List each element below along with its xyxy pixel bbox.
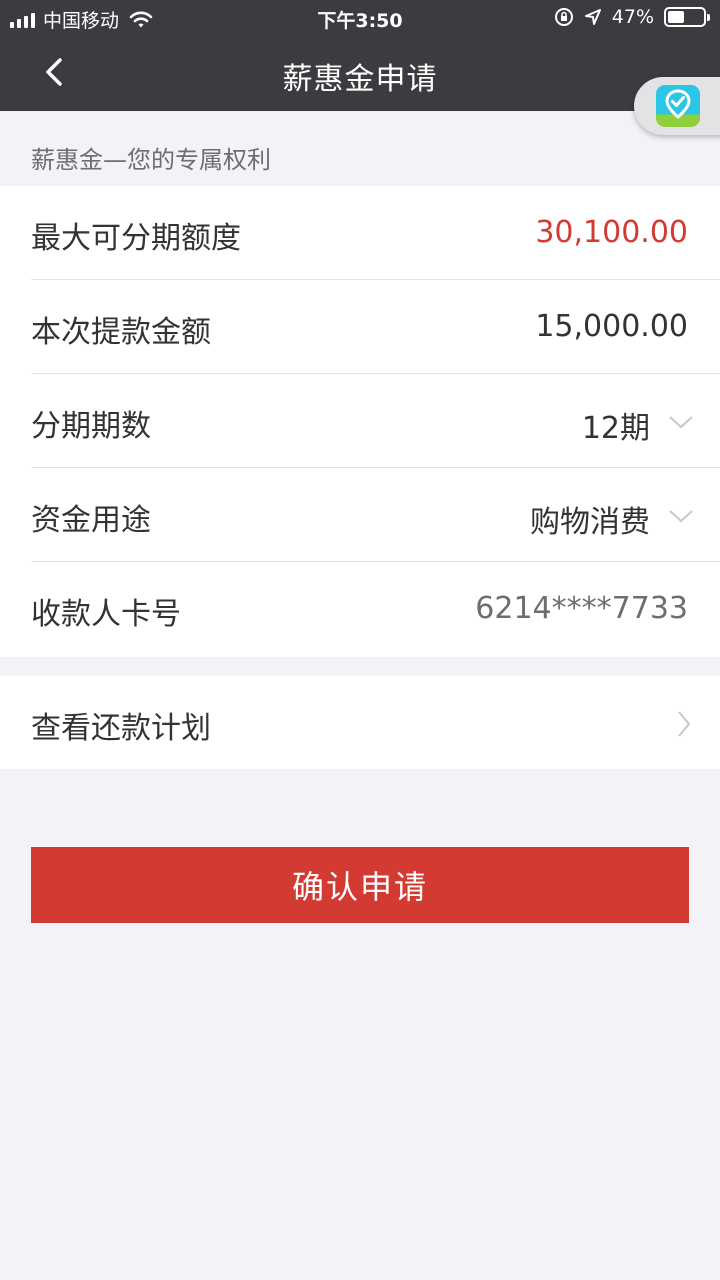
payee-card-row: 收款人卡号 6214****7733	[0, 562, 720, 656]
max-installment-label: 最大可分期额度	[31, 221, 241, 256]
battery-level	[668, 11, 684, 23]
installment-period-value: 12期	[581, 411, 650, 446]
max-installment-row: 最大可分期额度 30,100.00	[0, 186, 720, 280]
repayment-plan-link[interactable]: 查看还款计划	[0, 676, 720, 769]
installment-period-label: 分期期数	[31, 409, 151, 444]
withdraw-amount-label: 本次提款金额	[31, 315, 211, 350]
application-form: 最大可分期额度 30,100.00 本次提款金额 15,000.00 分期期数 …	[0, 186, 720, 657]
battery-percent: 47%	[611, 6, 654, 28]
status-bar: 中国移动 下午3:50 47%	[0, 0, 720, 36]
withdraw-amount-row[interactable]: 本次提款金额 15,000.00	[0, 280, 720, 374]
fund-usage-row[interactable]: 资金用途 购物消费	[0, 468, 720, 562]
withdraw-amount-value[interactable]: 15,000.00	[535, 309, 688, 344]
installment-period-row[interactable]: 分期期数 12期	[0, 374, 720, 468]
top-bar: 中国移动 下午3:50 47% 薪惠金申请	[0, 0, 720, 111]
max-installment-value: 30,100.00	[535, 215, 688, 250]
section-subtitle: 薪惠金—您的专属权利	[31, 146, 271, 174]
chevron-down-icon	[669, 510, 693, 523]
location-icon	[584, 9, 601, 25]
repayment-plan-row[interactable]: 查看还款计划	[0, 676, 720, 769]
fund-usage-label: 资金用途	[31, 503, 151, 538]
payee-card-value: 6214****7733	[475, 591, 688, 626]
battery-icon	[664, 7, 710, 27]
location-check-icon	[665, 89, 691, 119]
fund-usage-value: 购物消费	[530, 505, 650, 540]
confirm-application-button[interactable]: 确认申请	[31, 847, 689, 923]
chevron-right-icon	[678, 711, 691, 737]
chevron-down-icon	[669, 416, 693, 429]
page-title: 薪惠金申请	[282, 62, 438, 97]
nav-bar: 薪惠金申请	[0, 36, 720, 111]
orientation-lock-icon	[554, 8, 573, 26]
assistant-app-icon	[656, 85, 700, 127]
repayment-plan-label: 查看还款计划	[31, 711, 211, 746]
payee-card-label: 收款人卡号	[31, 597, 181, 632]
floating-assistant-button[interactable]	[634, 77, 720, 135]
